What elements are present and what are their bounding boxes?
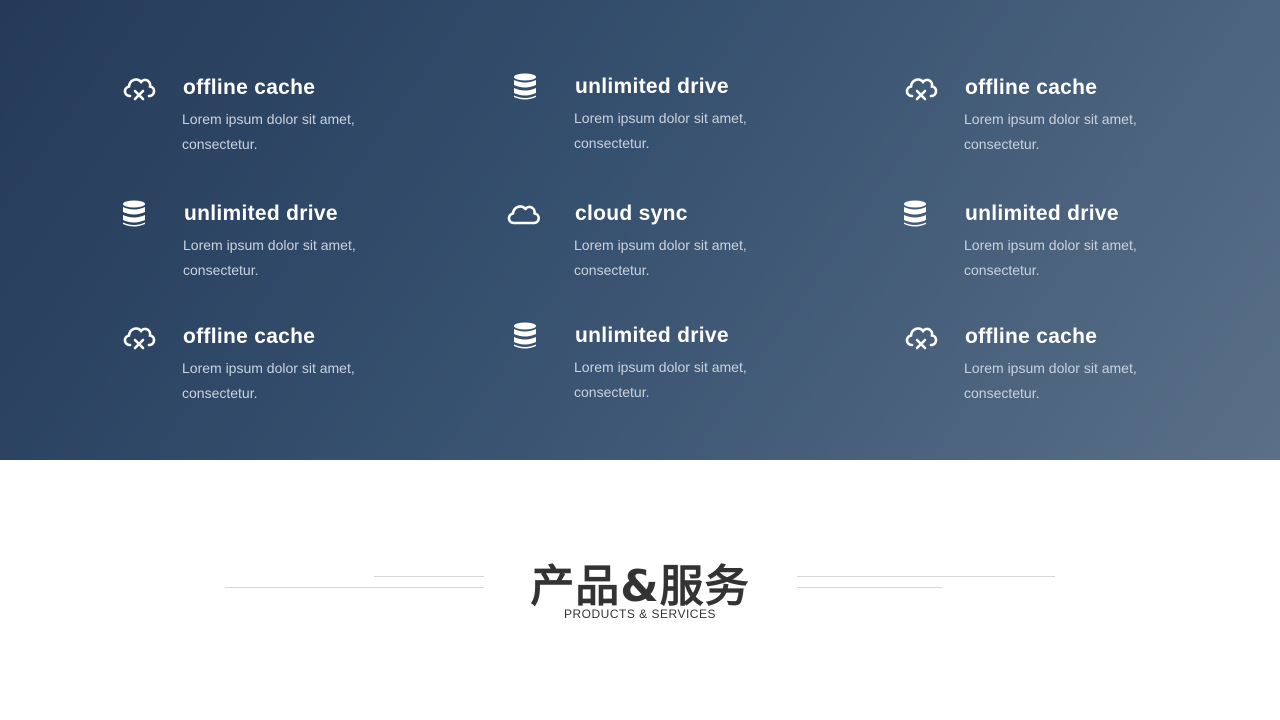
- feature-item: cloud sync Lorem ipsum dolor sit amet, c…: [507, 200, 813, 300]
- feature-title: offline cache: [965, 76, 1098, 99]
- feature-item: offline cache Lorem ipsum dolor sit amet…: [903, 74, 1203, 174]
- feature-item: offline cache Lorem ipsum dolor sit amet…: [121, 74, 421, 174]
- feature-item: offline cache Lorem ipsum dolor sit amet…: [903, 323, 1203, 423]
- cloud-offline-icon: [121, 74, 161, 108]
- cloud-offline-icon: [903, 74, 943, 108]
- feature-item: unlimited drive Lorem ipsum dolor sit am…: [513, 73, 813, 173]
- feature-title: cloud sync: [575, 202, 688, 225]
- section-title: 产品&服务: [530, 561, 750, 612]
- section-subtitle: PRODUCTS & SERVICES: [564, 607, 716, 621]
- feature-title: offline cache: [965, 325, 1098, 348]
- feature-item: unlimited drive Lorem ipsum dolor sit am…: [903, 200, 1203, 300]
- feature-description: Lorem ipsum dolor sit amet, consectetur.: [574, 110, 747, 151]
- database-icon: [513, 322, 553, 356]
- feature-title: unlimited drive: [184, 202, 338, 225]
- feature-title: unlimited drive: [575, 75, 729, 98]
- feature-title: unlimited drive: [575, 324, 729, 347]
- feature-item: unlimited drive Lorem ipsum dolor sit am…: [513, 322, 813, 422]
- feature-description: Lorem ipsum dolor sit amet, consectetur.: [964, 237, 1137, 278]
- feature-description: Lorem ipsum dolor sit amet, consectetur.: [183, 237, 356, 278]
- cloud-offline-icon: [121, 323, 161, 357]
- feature-title: unlimited drive: [965, 202, 1119, 225]
- database-icon: [122, 200, 162, 234]
- cloud-icon: [506, 200, 546, 234]
- feature-description: Lorem ipsum dolor sit amet, consectetur.: [182, 111, 355, 152]
- feature-title: offline cache: [183, 76, 316, 99]
- database-icon: [903, 200, 943, 234]
- feature-title: offline cache: [183, 325, 316, 348]
- feature-description: Lorem ipsum dolor sit amet, consectetur.: [574, 237, 747, 278]
- feature-item: unlimited drive Lorem ipsum dolor sit am…: [122, 200, 422, 300]
- feature-description: Lorem ipsum dolor sit amet, consectetur.: [964, 111, 1137, 152]
- section-header: 产品&服务 PRODUCTS & SERVICES: [0, 460, 1280, 720]
- database-icon: [513, 73, 553, 107]
- feature-description: Lorem ipsum dolor sit amet, consectetur.: [182, 360, 355, 401]
- features-panel: offline cache Lorem ipsum dolor sit amet…: [0, 0, 1280, 460]
- feature-description: Lorem ipsum dolor sit amet, consectetur.: [574, 359, 747, 400]
- cloud-offline-icon: [903, 323, 943, 357]
- feature-description: Lorem ipsum dolor sit amet, consectetur.: [964, 360, 1137, 401]
- feature-item: offline cache Lorem ipsum dolor sit amet…: [121, 323, 421, 423]
